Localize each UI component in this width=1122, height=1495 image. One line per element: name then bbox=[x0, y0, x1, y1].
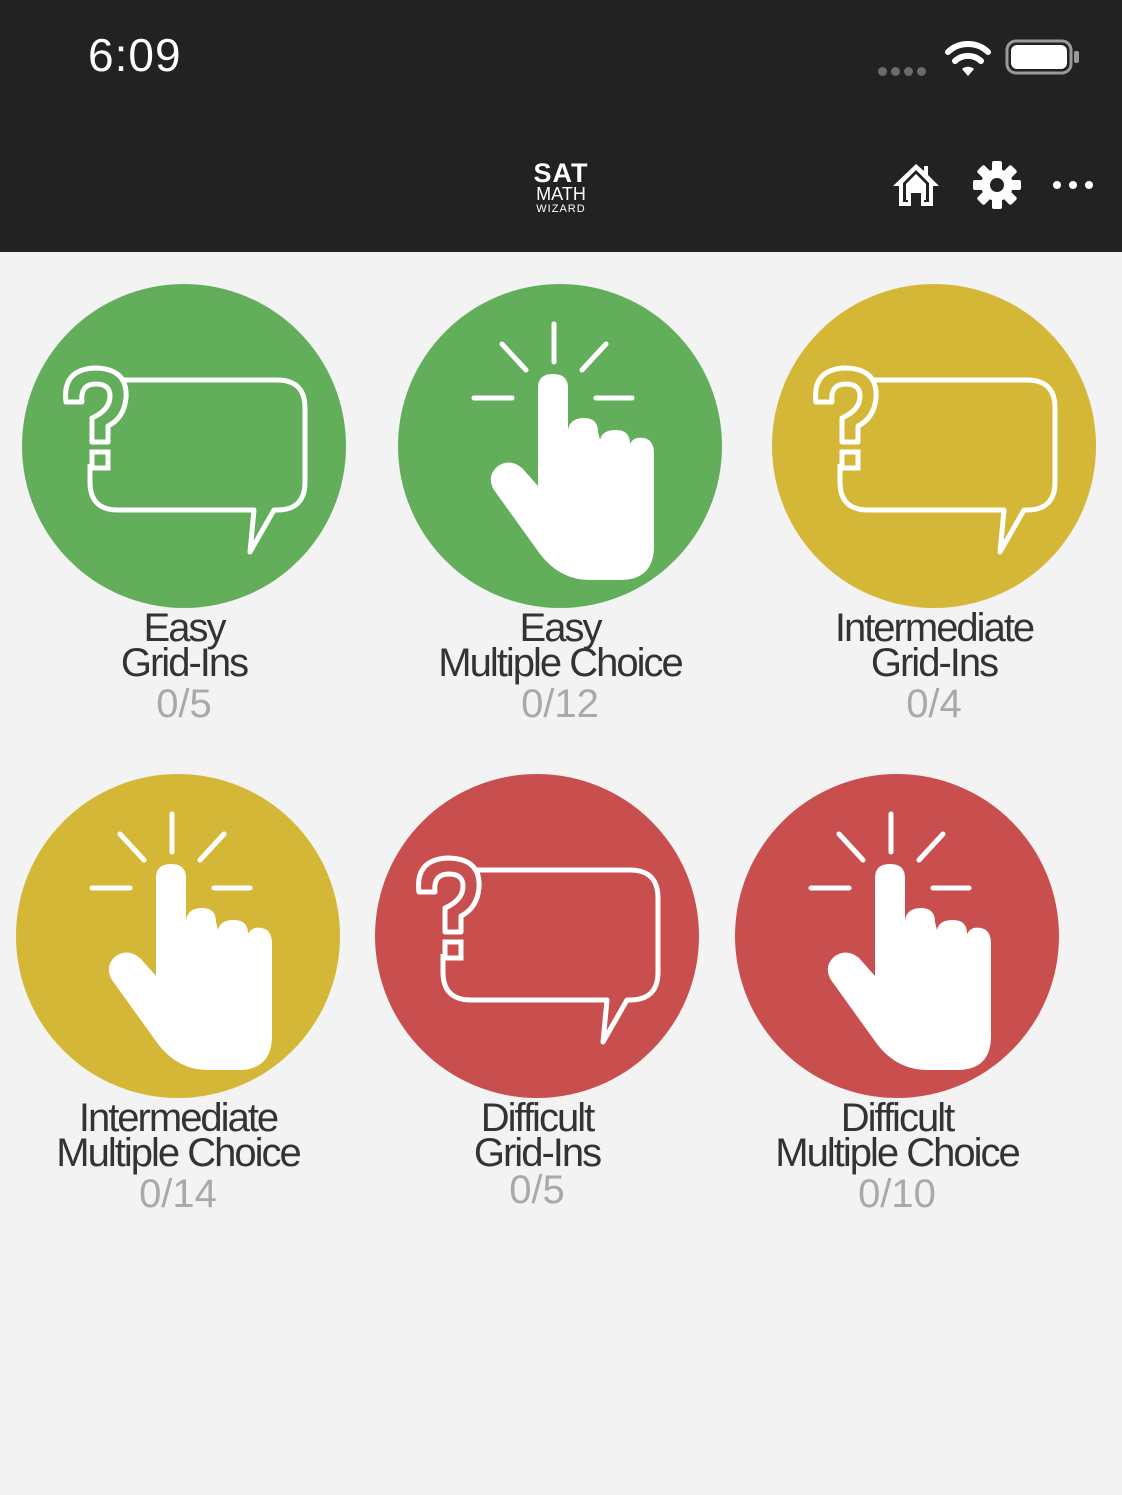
category-button-intermediate-grid-ins[interactable] bbox=[772, 284, 1096, 608]
question-bubble-icon bbox=[416, 855, 661, 1045]
category-type-label: Multiple Choice bbox=[56, 1131, 301, 1175]
logo-sat: SAT bbox=[533, 158, 589, 188]
category-type-label: Grid-Ins bbox=[870, 641, 999, 685]
category-type-label: Multiple Choice bbox=[438, 641, 683, 685]
category-score: 0/12 bbox=[521, 682, 599, 726]
category-button-intermediate-multiple-choice[interactable] bbox=[16, 774, 340, 1098]
logo-math: MATH bbox=[536, 184, 586, 204]
pointing-hand-icon bbox=[808, 811, 991, 1070]
app-logo: SAT MATH WIZARD bbox=[518, 160, 604, 228]
wifi-icon bbox=[945, 41, 991, 76]
category-score: 0/4 bbox=[906, 682, 962, 726]
gear-icon[interactable] bbox=[972, 160, 1022, 210]
home-icon[interactable] bbox=[891, 160, 941, 210]
pointing-hand-icon bbox=[471, 321, 654, 580]
battery-icon bbox=[1005, 39, 1079, 75]
category-score: 0/5 bbox=[156, 682, 212, 726]
logo-wizard: WIZARD bbox=[536, 203, 586, 215]
category-button-easy-grid-ins[interactable] bbox=[22, 284, 346, 608]
category-button-difficult-grid-ins[interactable] bbox=[375, 774, 699, 1098]
category-score: 0/14 bbox=[139, 1172, 217, 1216]
status-bar: 6:09 bbox=[0, 0, 1122, 130]
more-icon[interactable] bbox=[1050, 160, 1096, 210]
category-type-label: Grid-Ins bbox=[473, 1131, 602, 1175]
question-bubble-icon bbox=[63, 365, 308, 555]
category-type-label: Grid-Ins bbox=[120, 641, 249, 685]
category-score: 0/5 bbox=[509, 1168, 565, 1212]
question-bubble-icon bbox=[813, 365, 1058, 555]
category-score: 0/10 bbox=[858, 1172, 936, 1216]
category-type-label: Multiple Choice bbox=[775, 1131, 1020, 1175]
nav-bar: SAT MATH WIZARD bbox=[0, 130, 1122, 252]
category-grid: Easy Grid-Ins 0/5 Easy Multiple Choice 0/12 In… bbox=[0, 252, 1122, 1495]
pointing-hand-icon bbox=[89, 811, 272, 1070]
category-button-easy-multiple-choice[interactable] bbox=[398, 284, 722, 608]
signal-icon bbox=[878, 63, 930, 76]
status-time: 6:09 bbox=[88, 29, 182, 81]
category-button-difficult-multiple-choice[interactable] bbox=[735, 774, 1059, 1098]
